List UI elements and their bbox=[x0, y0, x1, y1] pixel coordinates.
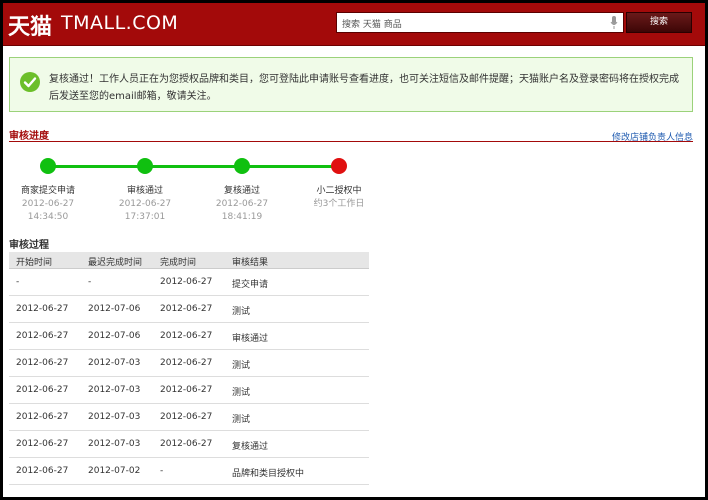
table-cell: 2012-06-27 bbox=[16, 331, 69, 341]
table-cell: 审核通过 bbox=[232, 334, 269, 344]
progress-step-dot bbox=[137, 158, 153, 174]
table-cell: 2012-06-27 bbox=[160, 277, 213, 287]
table-cell: 2012-07-06 bbox=[88, 304, 141, 314]
table-cell: 提交申请 bbox=[232, 280, 269, 290]
table-cell: 2012-06-27 bbox=[16, 385, 69, 395]
search-placeholder: 搜索 天猫 商品 bbox=[342, 20, 402, 30]
progress-step: 小二授权中约3个工作日 bbox=[284, 185, 394, 211]
table-cell: 2012-06-27 bbox=[160, 385, 213, 395]
progress-track-segment bbox=[145, 165, 242, 168]
table-cell: - bbox=[88, 277, 92, 287]
table-cell: 2012-06-27 bbox=[160, 412, 213, 422]
progress-step-name: 商家提交申请 bbox=[20, 186, 75, 196]
table-cell: 2012-06-27 bbox=[160, 439, 213, 449]
table-cell: 测试 bbox=[232, 415, 251, 425]
progress-step-date: 2012-06-27 bbox=[118, 199, 172, 209]
table-cell: 2012-06-27 bbox=[16, 304, 69, 314]
table-cell: 2012-06-27 bbox=[160, 304, 213, 314]
table-cell: 复核通过 bbox=[232, 442, 269, 452]
progress-step: 审核通过 2012-06-27 17:37:01 bbox=[90, 185, 200, 224]
process-section-title: 审核过程 bbox=[9, 240, 49, 251]
tmall-logo-chinese[interactable]: 天猫 bbox=[8, 9, 52, 41]
column-header: 最迟完成时间 bbox=[88, 258, 143, 268]
table-cell: 2012-07-06 bbox=[88, 331, 141, 341]
progress-step-name: 复核通过 bbox=[223, 186, 260, 196]
progress-step-dot bbox=[331, 158, 347, 174]
progress-step: 商家提交申请 2012-06-27 14:34:50 bbox=[3, 185, 103, 224]
table-cell: 2012-06-27 bbox=[160, 331, 213, 341]
table-row: 2012-06-27 2012-07-03 2012-06-27 测试 bbox=[9, 350, 369, 377]
table-row: - - 2012-06-27 提交申请 bbox=[9, 269, 369, 296]
progress-track-segment bbox=[242, 165, 339, 168]
table-cell: 测试 bbox=[232, 307, 251, 317]
microphone-icon[interactable] bbox=[610, 16, 618, 29]
progress-step-dot bbox=[40, 158, 56, 174]
table-row: 2012-06-27 2012-07-02 - 品牌和类目授权中 bbox=[9, 458, 369, 485]
table-row: 2012-06-27 2012-07-03 2012-06-27 测试 bbox=[9, 377, 369, 404]
check-circle-icon bbox=[20, 72, 40, 92]
approval-notice: 复核通过！工作人员正在为您授权品牌和类目，您可登陆此申请账号查看进度，也可关注短… bbox=[9, 57, 693, 112]
notice-message: 复核通过！工作人员正在为您授权品牌和类目，您可登陆此申请账号查看进度，也可关注短… bbox=[49, 74, 679, 102]
table-cell: - bbox=[160, 466, 164, 476]
table-cell: 2012-06-27 bbox=[16, 466, 69, 476]
section-divider bbox=[9, 141, 693, 142]
process-table: 开始时间 最迟完成时间 完成时间 审核结果 - - 2012-06-27 提交申请 20… bbox=[9, 252, 369, 485]
table-cell: 2012-07-03 bbox=[88, 412, 141, 422]
table-cell: - bbox=[16, 277, 20, 287]
search-input[interactable]: 搜索 天猫 商品 bbox=[336, 12, 624, 33]
progress-step-date: 2012-06-27 bbox=[21, 199, 75, 209]
table-header: 开始时间 最迟完成时间 完成时间 审核结果 bbox=[9, 252, 369, 269]
progress-track-segment bbox=[48, 165, 145, 168]
table-cell: 测试 bbox=[232, 361, 251, 371]
table-cell: 2012-07-03 bbox=[88, 358, 141, 368]
table-cell: 2012-07-02 bbox=[88, 466, 141, 476]
column-header: 审核结果 bbox=[232, 258, 269, 268]
tmall-logo-english[interactable]: TMALL.COM bbox=[61, 12, 178, 34]
table-cell: 品牌和类目授权中 bbox=[232, 469, 305, 479]
progress-step-dot bbox=[234, 158, 250, 174]
progress-step-time: 17:37:01 bbox=[124, 212, 166, 222]
table-row: 2012-06-27 2012-07-03 2012-06-27 测试 bbox=[9, 404, 369, 431]
column-header: 完成时间 bbox=[160, 258, 197, 268]
column-header: 开始时间 bbox=[16, 258, 53, 268]
site-header: 天猫 TMALL.COM 搜索 天猫 商品 搜索 bbox=[3, 3, 705, 46]
table-cell: 2012-06-27 bbox=[16, 412, 69, 422]
progress-step-time: 14:34:50 bbox=[27, 212, 69, 222]
table-cell: 2012-06-27 bbox=[160, 358, 213, 368]
progress-section-title: 审核进度 bbox=[9, 131, 49, 142]
progress-step-time: 18:41:19 bbox=[221, 212, 263, 222]
table-row: 2012-06-27 2012-07-06 2012-06-27 测试 bbox=[9, 296, 369, 323]
table-cell: 2012-06-27 bbox=[16, 358, 69, 368]
table-row: 2012-06-27 2012-07-06 2012-06-27 审核通过 bbox=[9, 323, 369, 350]
progress-step-date: 2012-06-27 bbox=[215, 199, 269, 209]
table-cell: 2012-07-03 bbox=[88, 439, 141, 449]
table-cell: 2012-07-03 bbox=[88, 385, 141, 395]
search-button[interactable]: 搜索 bbox=[626, 12, 692, 33]
progress-step: 复核通过 2012-06-27 18:41:19 bbox=[187, 185, 297, 224]
table-row: 2012-06-27 2012-07-03 2012-06-27 复核通过 bbox=[9, 431, 369, 458]
page-frame: 天猫 TMALL.COM 搜索 天猫 商品 搜索 复核通过！工作人员正在为您授权… bbox=[3, 3, 705, 497]
table-cell: 测试 bbox=[232, 388, 251, 398]
progress-step-date: 约3个工作日 bbox=[313, 199, 365, 209]
progress-step-name: 小二授权中 bbox=[316, 186, 362, 196]
table-cell: 2012-06-27 bbox=[16, 439, 69, 449]
progress-step-name: 审核通过 bbox=[126, 186, 163, 196]
